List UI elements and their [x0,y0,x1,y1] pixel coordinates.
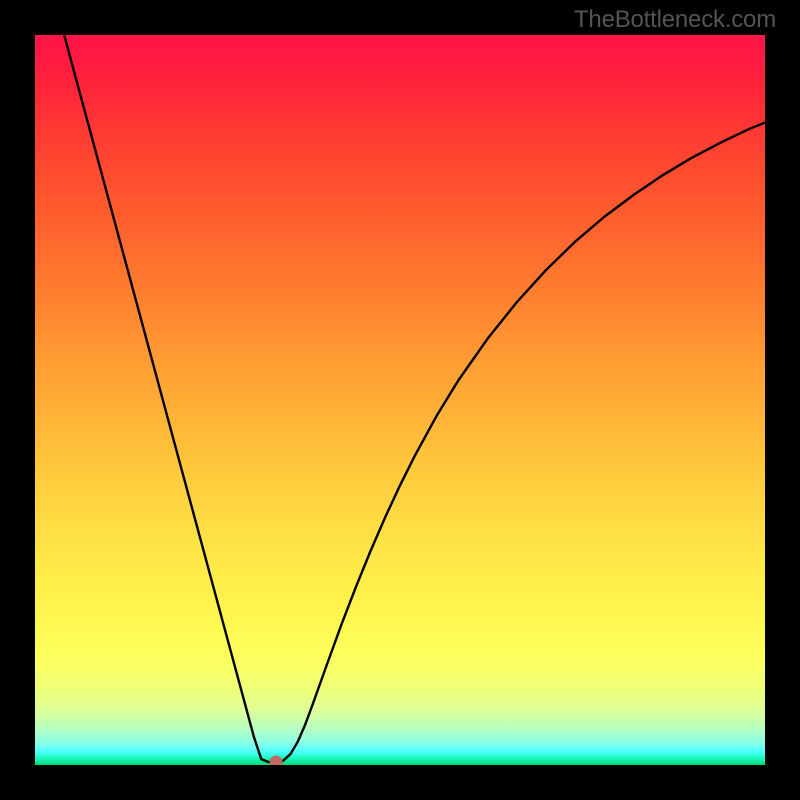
chart-curve-svg [35,35,765,765]
watermark-text: TheBottleneck.com [574,6,776,34]
optimal-point-marker [269,756,282,765]
bottleneck-curve [64,35,765,762]
chart-plot-area [35,35,765,765]
